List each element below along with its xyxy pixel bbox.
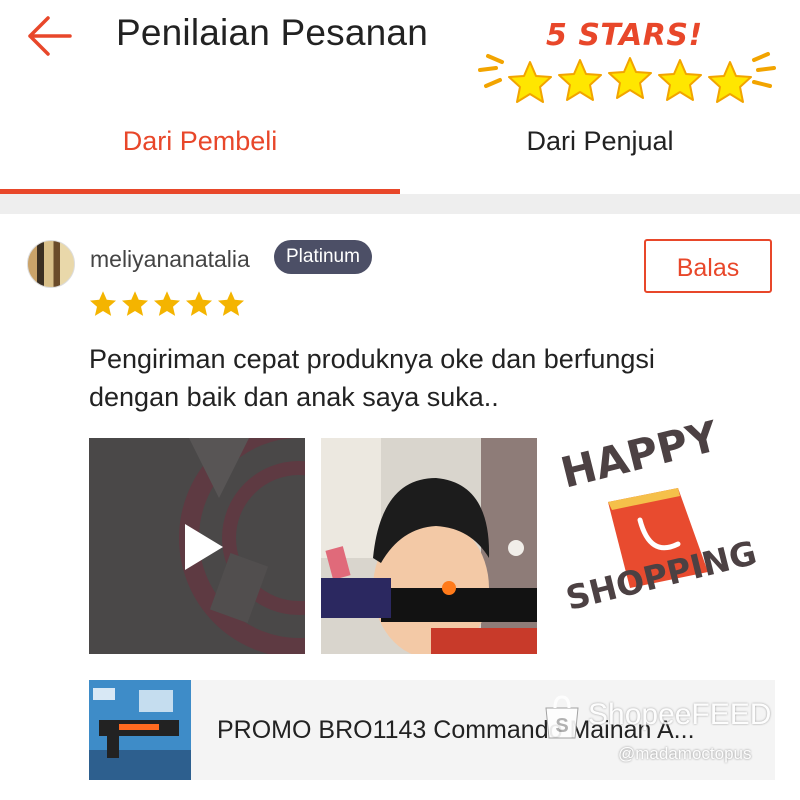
svg-text:S: S — [555, 715, 568, 737]
tab-from-seller-label: Dari Penjual — [526, 126, 674, 156]
review-text: Pengiriman cepat produknya oke dan berfu… — [89, 344, 655, 412]
sticker-stars-icon — [478, 52, 776, 103]
review-video-thumbnail[interactable] — [89, 438, 305, 654]
tab-from-buyer[interactable]: Dari Pembeli — [0, 112, 400, 192]
review-photo-thumbnail[interactable] — [321, 438, 537, 654]
arrow-left-icon — [28, 16, 72, 56]
play-icon[interactable] — [181, 522, 225, 572]
review-tabs: Dari Pembeli Dari Penjual — [0, 112, 800, 192]
review-photo — [321, 438, 537, 654]
membership-badge: Platinum — [274, 240, 372, 274]
happy-shopping-sticker: HAPPY SHOPPING — [548, 411, 788, 630]
five-stars-sticker: 5 STARS! — [474, 12, 784, 112]
avatar[interactable] — [27, 240, 75, 288]
product-image — [89, 680, 191, 780]
star-icon — [90, 291, 116, 316]
watermark-brand: ShopeeFEED — [588, 698, 772, 731]
tab-from-buyer-label: Dari Pembeli — [122, 126, 278, 156]
reply-button[interactable]: Balas — [644, 239, 772, 293]
page-title: Penilaian Pesanan — [116, 12, 428, 53]
shopee-feed-watermark: S ShopeeFEED @madamoctopus — [540, 686, 790, 776]
watermark-handle: @madamoctopus — [618, 744, 752, 763]
star-icon — [186, 291, 212, 316]
star-icon — [218, 291, 244, 316]
star-icon — [122, 291, 148, 316]
rating-stars — [88, 289, 246, 319]
star-icon — [154, 291, 180, 316]
back-button[interactable] — [24, 14, 74, 58]
reviewer-username: meliyananatalia — [90, 246, 250, 272]
tab-from-seller[interactable]: Dari Penjual — [400, 112, 800, 192]
shopee-bag-icon: S — [545, 695, 579, 739]
section-divider — [0, 194, 800, 214]
